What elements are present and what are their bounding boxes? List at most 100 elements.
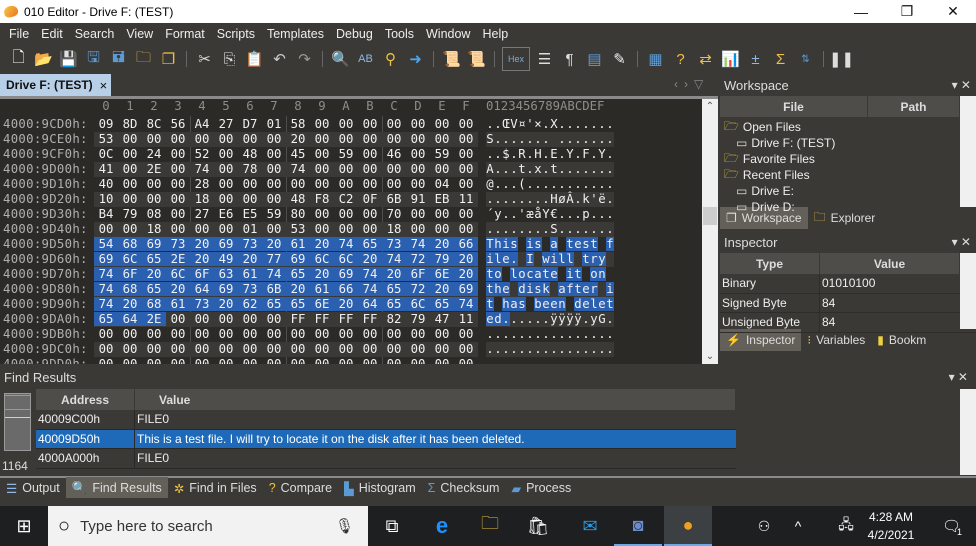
ascii-char[interactable]: .	[542, 117, 550, 131]
hex-byte[interactable]: 00	[214, 177, 238, 191]
hex-byte[interactable]: 00	[214, 162, 238, 176]
ascii-char[interactable]: .	[510, 177, 518, 191]
hex-byte[interactable]: 00	[166, 327, 190, 341]
ascii-char[interactable]: .	[606, 117, 614, 131]
hex-byte[interactable]: 00	[142, 342, 166, 356]
ascii-char[interactable]: .	[494, 117, 502, 131]
ascii-char[interactable]: b	[534, 297, 542, 311]
ascii-text[interactable]: This is a test f	[486, 237, 614, 252]
hex-byte[interactable]: 73	[238, 237, 262, 251]
tab-navigation[interactable]: ‹›▽	[674, 77, 709, 91]
ascii-char[interactable]: a	[550, 237, 558, 251]
hex-byte[interactable]: B4	[94, 207, 118, 221]
hex-byte[interactable]: 00	[382, 357, 406, 364]
panel-close-icon[interactable]: ▾ ✕	[949, 370, 968, 384]
hex-byte[interactable]: 00	[262, 132, 286, 146]
ascii-char[interactable]: .	[566, 177, 574, 191]
hex-byte[interactable]: 00	[382, 327, 406, 341]
replace-icon[interactable]: AB	[355, 48, 377, 70]
ascii-char[interactable]: t	[486, 282, 494, 296]
ascii-char[interactable]: '	[526, 117, 534, 131]
ascii-char[interactable]: e	[582, 282, 590, 296]
tab-find-results[interactable]: 🔍 Find Results	[65, 477, 168, 499]
ascii-char[interactable]: .	[574, 207, 582, 221]
show-whitespace-icon[interactable]: ¶	[559, 48, 581, 70]
hex-byte[interactable]: 59	[262, 207, 286, 221]
hex-row[interactable]: 4000:9D30h: B4 79 08 00 27 E6 E5 59 80 00 00 00 70 00 0…	[0, 207, 700, 222]
inspector-value[interactable]: 01010100	[820, 274, 960, 293]
hex-editor[interactable]: 0123456789ABCDEF 0123456789ABCDEF 4000:9…	[0, 96, 718, 364]
ascii-char[interactable]: .	[494, 147, 502, 161]
hex-byte[interactable]: 00	[118, 147, 142, 161]
hex-byte[interactable]: 00	[310, 342, 334, 356]
ascii-char[interactable]: i	[526, 282, 534, 296]
hex-byte[interactable]: 0F	[358, 192, 382, 206]
hex-byte[interactable]: 20	[334, 297, 358, 311]
ascii-char[interactable]: .	[486, 117, 494, 131]
hex-byte[interactable]: 00	[238, 192, 262, 206]
hex-byte[interactable]: 65	[382, 297, 406, 311]
hex-row[interactable]: 4000:9D90h: 74 20 68 61 73 20 62 65 65 6E 20 64 65 6C 6…	[0, 297, 700, 312]
ascii-char[interactable]: .	[502, 162, 510, 176]
ascii-char[interactable]: s	[534, 282, 542, 296]
hex-byte[interactable]: 00	[406, 132, 430, 146]
hex-byte[interactable]: 69	[94, 252, 118, 266]
hex-byte[interactable]: 74	[382, 252, 406, 266]
hex-byte[interactable]: 00	[118, 222, 142, 236]
ascii-text[interactable]: S....... .......	[486, 132, 614, 147]
ascii-char[interactable]: .	[566, 117, 574, 131]
hex-byte[interactable]: 00	[334, 162, 358, 176]
menu-view[interactable]: View	[120, 27, 159, 41]
ascii-char[interactable]: E	[550, 147, 558, 161]
hex-byte[interactable]: 41	[94, 162, 118, 176]
ascii-char[interactable]: .	[574, 342, 582, 356]
hex-byte[interactable]: 20	[166, 282, 190, 296]
hex-byte[interactable]: 0C	[94, 147, 118, 161]
hex-byte[interactable]: 69	[142, 237, 166, 251]
hex-bytes[interactable]: 00 00 00 00 00 00 00 00 00 00 00 00 00 00 00 00	[94, 342, 478, 357]
menu-templates[interactable]: Templates	[261, 27, 330, 41]
ascii-char[interactable]: e	[582, 297, 590, 311]
column-value[interactable]: Value	[820, 253, 960, 274]
hex-byte[interactable]: 00	[214, 357, 238, 364]
hex-byte[interactable]: 04	[430, 177, 454, 191]
ascii-char[interactable]: .	[542, 312, 550, 326]
ascii-char[interactable]: .	[502, 177, 510, 191]
ascii-char[interactable]: x	[534, 162, 542, 176]
ascii-char[interactable]: .	[598, 162, 606, 176]
workspace-tree-item[interactable]: ▭ Drive E:	[720, 183, 976, 199]
menu-edit[interactable]: Edit	[35, 27, 69, 41]
ascii-char[interactable]: .	[502, 357, 510, 364]
hex-byte[interactable]: 00	[406, 162, 430, 176]
hex-byte[interactable]: 00	[118, 192, 142, 206]
ascii-char[interactable]: .	[566, 132, 574, 146]
hex-byte[interactable]: 53	[94, 132, 118, 146]
ascii-char[interactable]: .	[486, 327, 494, 341]
ascii-char[interactable]: .	[518, 192, 526, 206]
ascii-char[interactable]: S	[486, 132, 494, 146]
run-script-icon[interactable]: 📜	[441, 48, 463, 70]
hex-byte[interactable]: 61	[310, 282, 334, 296]
ascii-char[interactable]: .	[518, 222, 526, 236]
ascii-char[interactable]: .	[534, 192, 542, 206]
hex-byte[interactable]: 2E	[142, 312, 166, 326]
hex-byte[interactable]: 65	[286, 297, 310, 311]
hex-byte[interactable]: 74	[94, 267, 118, 281]
hex-row[interactable]: 4000:9DA0h: 65 64 2E 00 00 00 00 00 FF FF FF FF 82 79 4…	[0, 312, 700, 327]
hex-byte[interactable]: 18	[142, 222, 166, 236]
hex-byte[interactable]: 79	[118, 207, 142, 221]
ascii-char[interactable]: Y	[542, 207, 550, 221]
ascii-text[interactable]: ile. I will try	[486, 252, 614, 267]
ascii-char[interactable]: .	[598, 357, 606, 364]
ascii-char[interactable]: s	[582, 237, 590, 251]
ascii-char[interactable]: .	[558, 117, 566, 131]
notifications-icon[interactable]: 🗨 1	[928, 506, 976, 546]
hex-byte[interactable]: 8D	[118, 117, 142, 131]
hex-byte[interactable]: 73	[382, 237, 406, 251]
ascii-char[interactable]: .	[590, 117, 598, 131]
hex-byte[interactable]: 59	[430, 147, 454, 161]
ascii-char[interactable]: ´	[486, 207, 494, 221]
hex-byte[interactable]: 74	[406, 237, 430, 251]
hex-byte[interactable]: 01	[262, 117, 286, 131]
ascii-char[interactable]: a	[510, 297, 518, 311]
